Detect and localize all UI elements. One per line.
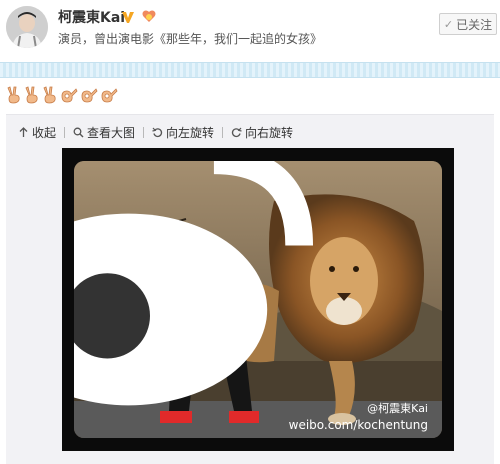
checkmark-icon: ✓ bbox=[443, 17, 454, 31]
rotate-right-icon bbox=[231, 127, 242, 137]
user-name[interactable]: 柯震東Kai bbox=[58, 7, 125, 27]
verified-icon bbox=[122, 12, 134, 23]
ok-hand-icon bbox=[81, 88, 98, 103]
vip-badge-icon[interactable] bbox=[141, 9, 157, 25]
magnifier-icon bbox=[73, 127, 84, 137]
rotate-right-label: 向右旋转 bbox=[245, 125, 294, 140]
arrow-up-icon bbox=[19, 126, 28, 137]
view-large-button[interactable]: 查看大图 bbox=[73, 124, 135, 141]
view-large-label: 查看大图 bbox=[87, 125, 136, 140]
victory-hand-icon bbox=[25, 86, 38, 104]
collapse-button[interactable]: 收起 bbox=[18, 124, 56, 141]
rotate-left-button[interactable]: 向左旋转 bbox=[152, 124, 214, 141]
toolbar-divider bbox=[222, 126, 224, 138]
victory-hand-icon bbox=[7, 86, 20, 104]
media-toolbar: 收起 查看大图 向左旋转 向右旋转 bbox=[18, 123, 293, 141]
rotate-left-icon bbox=[152, 127, 163, 137]
user-bio: 演员，曾出演电影《那些年，我们一起追的女孩》 bbox=[58, 32, 323, 46]
rotate-left-label: 向左旋转 bbox=[166, 125, 215, 140]
post-text bbox=[6, 86, 118, 106]
weibo-logo-icon bbox=[74, 161, 314, 406]
divider-stripe bbox=[0, 62, 500, 78]
avatar[interactable] bbox=[6, 6, 48, 48]
post-photo[interactable]: @柯震東Kai weibo.com/kochentung bbox=[62, 148, 454, 451]
ok-hand-icon bbox=[61, 88, 78, 103]
collapse-label: 收起 bbox=[32, 125, 57, 140]
rotate-right-button[interactable]: 向右旋转 bbox=[231, 124, 293, 141]
avatar-image bbox=[6, 6, 48, 48]
ok-hand-icon bbox=[101, 88, 118, 103]
media-panel: 收起 查看大图 向左旋转 向右旋转 @柯震東Kai weibo.com/koch… bbox=[6, 114, 494, 464]
post-header: 柯震東Kai 演员，曾出演电影《那些年，我们一起追的女孩》 ✓ 已关注 bbox=[0, 0, 500, 62]
follow-button[interactable]: ✓ 已关注 bbox=[439, 13, 497, 35]
follow-label: 已关注 bbox=[456, 17, 493, 32]
victory-hand-icon bbox=[43, 86, 56, 104]
photo-watermark-name: @柯震東Kai bbox=[367, 402, 428, 415]
toolbar-divider bbox=[64, 126, 66, 138]
toolbar-divider bbox=[143, 126, 145, 138]
photo-watermark-url: weibo.com/kochentung bbox=[288, 418, 428, 432]
photo-content: @柯震東Kai weibo.com/kochentung bbox=[74, 161, 442, 438]
